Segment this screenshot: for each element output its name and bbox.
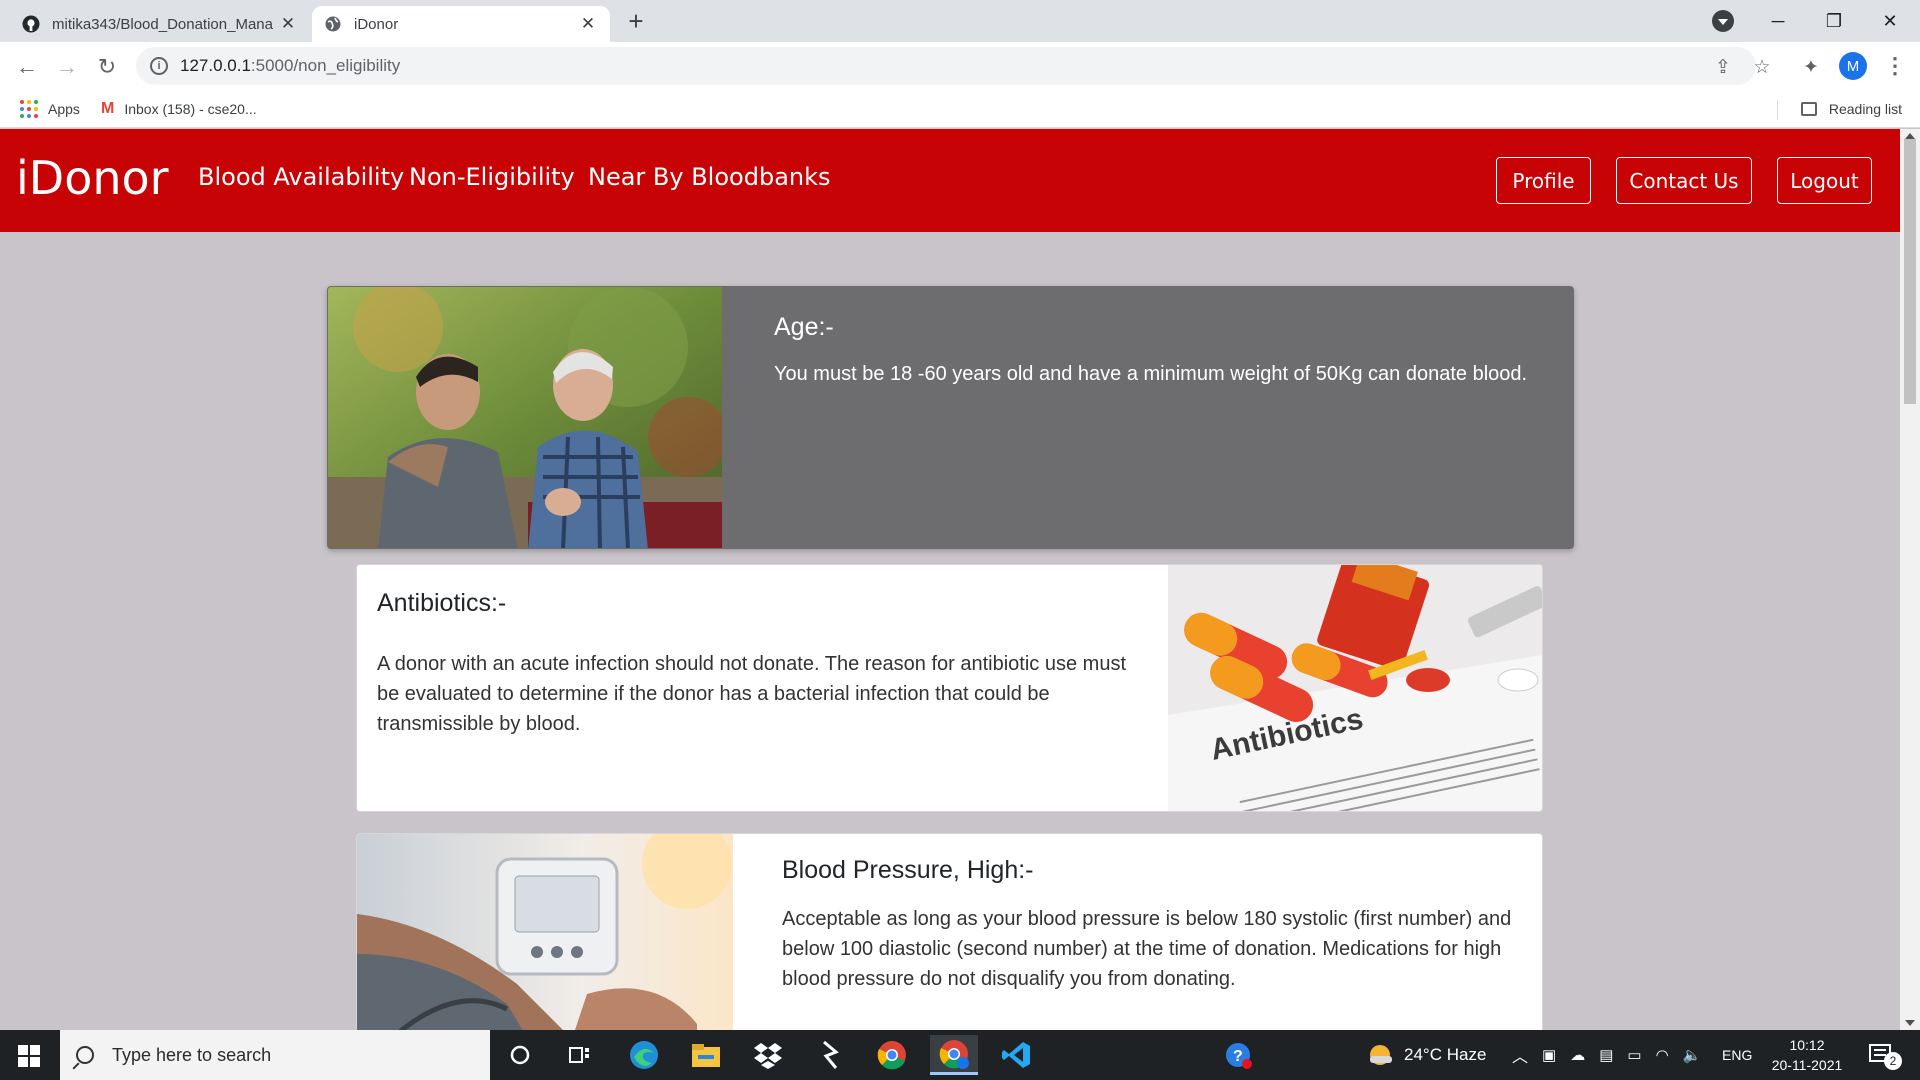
scroll-thumb[interactable] (1904, 139, 1916, 404)
notifications-icon[interactable]: 2 (1868, 1030, 1902, 1080)
reading-list-label: Reading list (1828, 101, 1902, 117)
weather-icon (1370, 1045, 1392, 1065)
card-text: Acceptable as long as your blood pressur… (782, 908, 1512, 990)
card-text: A donor with an acute infection should n… (377, 653, 1126, 735)
divider (1777, 100, 1778, 120)
edge-icon[interactable] (620, 1035, 668, 1075)
scroll-down-arrow[interactable] (1905, 1020, 1915, 1026)
svg-text:?: ? (1233, 1048, 1243, 1065)
search-placeholder: Type here to search (112, 1044, 272, 1065)
logout-button[interactable]: Logout (1777, 157, 1872, 204)
blood-pressure-card: Blood Pressure, High:- Acceptable as lon… (356, 833, 1543, 1030)
reload-button[interactable]: ↻ (92, 52, 122, 82)
volume-icon[interactable]: 🔈 (1683, 1046, 1702, 1064)
close-window-button[interactable]: ✕ (1862, 0, 1918, 42)
meet-icon[interactable]: ▣ (1542, 1046, 1556, 1064)
apps-grid-icon (20, 100, 38, 118)
onedrive-icon[interactable]: ☁ (1570, 1046, 1585, 1064)
page-scrollbar[interactable] (1900, 129, 1920, 1030)
tab-title: iDonor (354, 15, 399, 33)
help-icon[interactable]: ? (1214, 1035, 1262, 1075)
tab-title: mitika343/Blood_Donation_Mana (52, 15, 273, 33)
windows-taskbar: Type here to search ? 24°C Haze ︿ ▣ ☁ ▤ … (0, 1030, 1920, 1080)
close-icon[interactable]: ✕ (578, 14, 598, 34)
bookmark-apps[interactable]: Apps (20, 98, 80, 120)
bookmark-label: Apps (48, 101, 80, 117)
extensions-icon[interactable]: ✦ (1798, 54, 1824, 80)
age-card: Age:- You must be 18 -60 years old and h… (327, 286, 1574, 549)
site-navbar: iDonor Blood Availability Non-Eligibilit… (0, 129, 1900, 232)
url-text: 127.0.0.1:5000/non_eligibility (180, 56, 400, 76)
gmail-icon: M (101, 100, 115, 117)
reading-list-button[interactable]: Reading list (1800, 98, 1902, 120)
clock[interactable]: 10:12 20-11-2021 (1762, 1035, 1852, 1075)
nav-non-eligibility[interactable]: Non-Eligibility (409, 163, 575, 191)
father-son-photo (328, 287, 728, 548)
bookmark-label: Inbox (158) - cse20... (124, 101, 257, 117)
wifi-icon[interactable]: ◠ (1656, 1046, 1669, 1064)
language-indicator[interactable]: ENG (1722, 1030, 1752, 1080)
restore-button[interactable]: ❐ (1806, 0, 1862, 42)
browser-toolbar: ← → ↻ i 127.0.0.1:5000/non_eligibility ⇪… (0, 42, 1920, 90)
minimize-button[interactable]: ─ (1750, 0, 1806, 42)
task-view-icon[interactable] (556, 1035, 604, 1075)
vscode-icon[interactable] (992, 1035, 1040, 1075)
menu-icon[interactable]: ⋮ (1884, 54, 1906, 80)
profile-avatar[interactable]: M (1839, 52, 1867, 80)
back-button[interactable]: ← (12, 52, 42, 82)
weather-widget[interactable]: 24°C Haze (1366, 1030, 1486, 1080)
chrome-profile-icon[interactable] (930, 1035, 978, 1075)
forward-button[interactable]: → (52, 52, 82, 82)
address-bar[interactable]: i 127.0.0.1:5000/non_eligibility (136, 47, 1756, 85)
blood-pressure-monitor-photo (357, 834, 733, 1030)
bookmark-inbox[interactable]: M Inbox (158) - cse20... (101, 98, 257, 120)
tab-idonor[interactable]: iDonor ✕ (312, 6, 610, 42)
card-title: Blood Pressure, High:- (782, 856, 1034, 884)
nav-blood-availability[interactable]: Blood Availability (198, 163, 404, 191)
tab-search-icon[interactable] (1712, 10, 1734, 32)
github-icon (22, 15, 40, 33)
profile-button[interactable]: Profile (1496, 157, 1591, 204)
card-text: You must be 18 -60 years old and have a … (774, 363, 1528, 385)
battery-icon[interactable]: ▭ (1627, 1046, 1641, 1064)
windows-start-icon[interactable] (18, 1045, 40, 1067)
globe-icon (324, 15, 342, 33)
url-host: 127.0.0.1 (180, 56, 251, 75)
card-title: Antibiotics:- (377, 589, 507, 617)
tray-chevron-icon[interactable]: ︿ (1512, 1030, 1528, 1080)
notification-count: 2 (1884, 1052, 1902, 1070)
contact-us-button[interactable]: Contact Us (1616, 157, 1752, 204)
file-explorer-icon[interactable] (682, 1035, 730, 1075)
clock-date: 20-11-2021 (1771, 1057, 1843, 1073)
tab-strip: mitika343/Blood_Donation_Mana ✕ iDonor ✕… (0, 0, 1920, 42)
taskbar-search-input[interactable]: Type here to search (60, 1030, 490, 1080)
tab-github[interactable]: mitika343/Blood_Donation_Mana ✕ (10, 6, 310, 42)
system-tray: ▣ ☁ ▤ ▭ ◠ 🔈 (1542, 1030, 1701, 1080)
reading-list-icon (1800, 102, 1817, 116)
app-bolt-icon[interactable] (806, 1035, 854, 1075)
new-tab-button[interactable]: + (622, 8, 650, 36)
clock-time: 10:12 (1789, 1037, 1825, 1053)
dropbox-icon[interactable] (744, 1035, 792, 1075)
antibiotics-pills-photo: Antibiotics (1168, 565, 1542, 811)
antibiotics-card: Antibiotics:- A donor with an acute infe… (356, 564, 1543, 812)
star-icon[interactable]: ☆ (1749, 54, 1775, 80)
site-logo[interactable]: iDonor (16, 151, 169, 205)
weather-text: 24°C Haze (1404, 1045, 1487, 1064)
display-icon[interactable]: ▤ (1599, 1046, 1613, 1064)
info-icon[interactable]: i (150, 57, 168, 75)
bookmarks-bar: Apps M Inbox (158) - cse20... Reading li… (0, 90, 1920, 128)
url-path: :5000/non_eligibility (250, 56, 401, 75)
close-icon[interactable]: ✕ (278, 14, 298, 34)
chrome-icon[interactable] (868, 1035, 916, 1075)
share-icon[interactable]: ⇪ (1710, 54, 1736, 80)
cortana-icon[interactable] (496, 1035, 544, 1075)
page-viewport: iDonor Blood Availability Non-Eligibilit… (0, 129, 1900, 1030)
nav-bloodbanks[interactable]: Near By Bloodbanks (588, 163, 831, 191)
search-icon (76, 1046, 94, 1064)
card-title: Age:- (774, 313, 834, 341)
